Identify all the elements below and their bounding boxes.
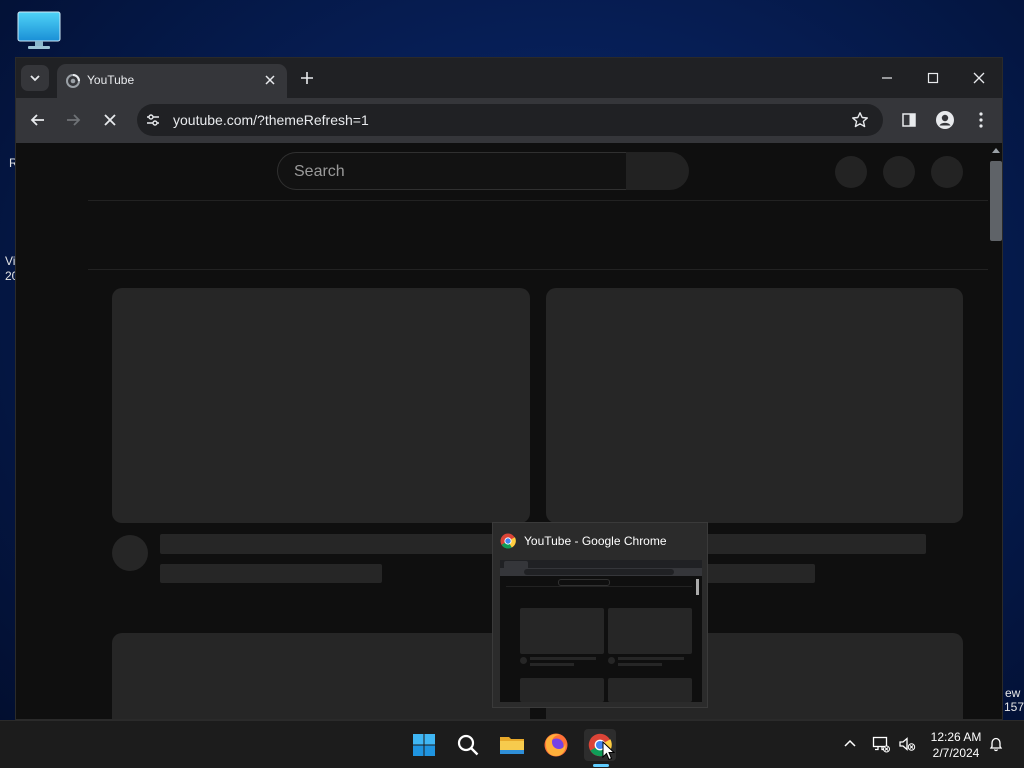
firefox-button[interactable] [540, 729, 572, 761]
tab-youtube[interactable]: YouTube [57, 64, 287, 98]
network-button[interactable] [871, 734, 891, 754]
notifications-button[interactable] [986, 734, 1006, 754]
tab-title: YouTube [87, 73, 135, 87]
search-button[interactable] [626, 152, 689, 190]
clock-time: 12:26 AM [930, 730, 982, 744]
forward-button[interactable] [59, 106, 87, 134]
browser-toolbar: youtube.com/?themeRefresh=1 [16, 98, 1002, 143]
network-icon [872, 736, 890, 753]
channel-avatar-placeholder[interactable] [112, 535, 148, 571]
back-arrow-icon [30, 114, 44, 126]
preview-thumbnail[interactable] [500, 560, 702, 702]
minimize-button[interactable] [864, 58, 910, 98]
taskbar: 12:26 AM 2/7/2024 [0, 720, 1024, 768]
chrome-menu-button[interactable] [967, 106, 995, 134]
search-icon [457, 734, 479, 756]
chips-divider [88, 269, 988, 270]
mouse-cursor-icon [602, 741, 616, 761]
file-explorer-icon [500, 737, 524, 754]
kebab-menu-icon [979, 112, 983, 128]
header-icon-placeholder[interactable] [883, 156, 915, 188]
desktop-label-fragment: 157 [1004, 700, 1024, 714]
loading-spinner-icon [66, 74, 80, 88]
plus-icon [301, 72, 313, 84]
this-pc-monitor-icon[interactable] [16, 10, 62, 52]
close-window-button[interactable] [956, 58, 1002, 98]
video-thumbnail-placeholder[interactable] [112, 633, 530, 719]
volume-muted-icon [899, 737, 916, 751]
url-text[interactable]: youtube.com/?themeRefresh=1 [173, 112, 369, 128]
show-hidden-icons-button[interactable] [840, 734, 860, 754]
video-thumbnail-placeholder[interactable] [546, 288, 963, 523]
tab-search-button[interactable] [21, 65, 49, 91]
clock-date: 2/7/2024 [932, 746, 980, 760]
start-icon [413, 734, 435, 756]
search-input[interactable] [292, 162, 596, 182]
side-panel-icon [902, 113, 916, 127]
youtube-search-box[interactable] [277, 152, 626, 190]
stop-loading-button[interactable] [96, 106, 124, 134]
chevron-down-icon [30, 75, 40, 82]
page-scrollbar[interactable] [988, 143, 1002, 719]
forward-arrow-icon [67, 114, 81, 126]
tune-icon[interactable] [145, 112, 161, 128]
notification-bell-icon [989, 737, 1003, 752]
tab-strip: YouTube [16, 58, 1002, 98]
close-icon [265, 75, 275, 85]
profile-icon [936, 111, 954, 129]
star-icon[interactable] [851, 111, 869, 129]
maximize-icon [927, 72, 939, 84]
address-bar[interactable]: youtube.com/?themeRefresh=1 [137, 104, 883, 136]
profile-button[interactable] [931, 106, 959, 134]
scrollbar-thumb[interactable] [990, 161, 1002, 241]
desktop-label-fragment: Vi [5, 254, 16, 268]
preview-title: YouTube - Google Chrome [524, 534, 667, 548]
taskbar-window-preview[interactable]: YouTube - Google Chrome [492, 522, 708, 708]
title-line-placeholder [160, 534, 500, 554]
header-divider [88, 200, 988, 201]
header-icon-placeholder[interactable] [835, 156, 867, 188]
active-app-indicator [593, 764, 609, 767]
taskbar-search-button[interactable] [452, 729, 484, 761]
firefox-icon [544, 733, 568, 757]
new-tab-button[interactable] [295, 66, 319, 90]
start-button[interactable] [408, 729, 440, 761]
volume-button[interactable] [897, 734, 917, 754]
desktop-label-fragment: ew [1005, 686, 1021, 700]
close-icon [973, 72, 985, 84]
scroll-up-arrow-icon[interactable] [991, 146, 1001, 156]
chevron-up-icon [844, 739, 856, 747]
clock[interactable]: 12:26 AM 2/7/2024 [926, 729, 986, 761]
maximize-button[interactable] [910, 58, 956, 98]
side-panel-button[interactable] [895, 106, 923, 134]
file-explorer-button[interactable] [496, 729, 528, 761]
back-button[interactable] [24, 106, 52, 134]
meta-line-placeholder [160, 564, 382, 583]
stop-loading-icon [104, 114, 116, 126]
chrome-icon [500, 533, 516, 549]
minimize-icon [882, 77, 892, 79]
video-thumbnail-placeholder[interactable] [112, 288, 530, 523]
avatar-placeholder[interactable] [931, 156, 963, 188]
tab-close-button[interactable] [261, 71, 279, 89]
